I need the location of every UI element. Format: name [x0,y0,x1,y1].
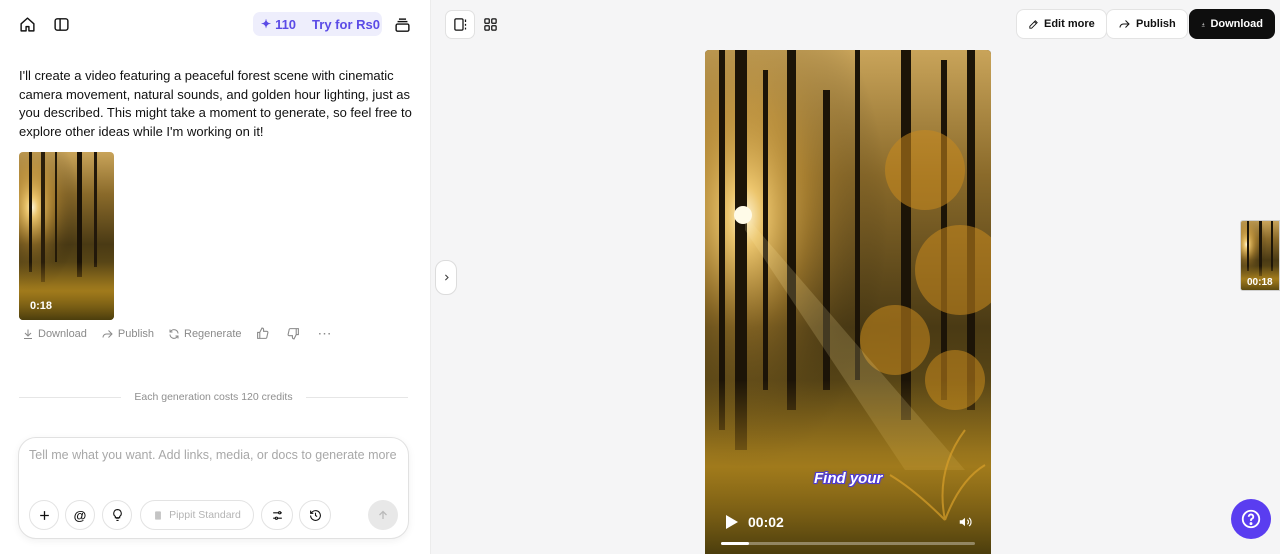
progress-fill [721,542,749,545]
video-controls: 00:02 [705,504,991,554]
share-icon [1119,20,1130,28]
lightbulb-icon [112,509,122,521]
cost-divider: Each generation costs 120 credits [19,390,408,404]
prompt-input[interactable] [29,448,399,478]
publish-action-label: Publish [117,327,154,340]
history-icon [309,509,321,521]
edit-more-label: Edit more [1044,18,1095,30]
at-icon: @ [73,507,87,523]
credits-pill[interactable]: ✦ 110 Try for Rs0 [253,12,382,36]
expand-panel-button[interactable] [435,260,457,295]
download-action-label: Download [38,327,87,340]
download-button[interactable]: Download [1189,9,1275,39]
video-caption: Find your [814,470,883,487]
video-thumbnail[interactable]: 0:18 [19,152,114,320]
settings-button[interactable] [261,500,293,530]
assistant-message: I'll create a video featuring a peaceful… [19,68,412,139]
try-free-link[interactable]: Try for Rs0 [312,17,380,32]
download-label: Download [1210,18,1263,30]
single-view-button[interactable] [445,10,475,39]
stack-icon[interactable] [392,15,412,35]
single-view-icon [453,18,466,31]
grid-view-button[interactable] [475,10,505,39]
model-icon [155,510,162,520]
send-button[interactable] [368,500,398,530]
more-options-button[interactable]: ⋯ [318,325,333,342]
side-video-thumbnail[interactable]: 00:18 [1240,220,1280,291]
thumbs-down-button[interactable] [287,327,304,340]
publish-label: Publish [1136,18,1176,30]
home-icon[interactable] [17,14,37,34]
thumbs-down-icon [287,328,299,340]
thumbs-up-icon [256,327,268,339]
credits-count: 110 [275,16,297,32]
chat-panel: ✦ 110 Try for Rs0 I'll create a video fe… [0,0,431,554]
download-icon [1201,22,1205,26]
grid-icon [483,18,497,31]
volume-icon[interactable] [957,515,973,529]
plus-icon [39,510,49,520]
history-button[interactable] [299,500,331,530]
divider-line-left [19,396,122,398]
divider-line-right [305,396,408,398]
play-icon[interactable] [725,514,739,530]
chevron-right-icon [444,274,449,281]
sliders-icon [272,510,282,520]
regenerate-action-label: Regenerate [184,327,242,340]
publish-button[interactable]: Publish [1106,9,1188,39]
publish-action[interactable]: Publish [101,328,154,340]
help-icon [1241,509,1261,529]
edit-more-button[interactable]: Edit more [1016,9,1107,39]
side-thumb-duration: 00:18 [1247,277,1273,288]
more-options-icon: ⋯ [317,325,333,341]
sidebar-toggle-icon[interactable] [51,14,71,34]
download-action[interactable]: Download [22,328,87,340]
prompt-composer: @ Pippit Standard [18,437,409,539]
model-selector[interactable]: Pippit Standard [140,500,254,530]
current-time: 00:02 [748,514,784,530]
refresh-icon [169,328,179,339]
share-arrow-icon [102,329,113,338]
progress-bar[interactable] [721,542,975,545]
cost-note: Each generation costs 120 credits [134,391,293,403]
message-actions: Download Publish Regenerate ⋯ [22,325,347,342]
download-icon [24,329,32,339]
video-duration: 0:18 [30,300,53,312]
mention-button[interactable]: @ [65,500,95,530]
video-player[interactable]: Find your 00:02 [705,50,991,554]
help-button[interactable] [1231,499,1271,539]
sparkle-icon: ✦ [261,17,272,31]
view-toggle [445,10,505,39]
forest-thumbnail-image [19,152,114,320]
pencil-icon [1029,19,1038,29]
ideas-button[interactable] [102,500,132,530]
thumbs-up-button[interactable] [256,327,273,340]
preview-panel: Edit more Publish Download Find your 00:… [431,0,1280,554]
arrow-up-icon [379,510,387,519]
regenerate-action[interactable]: Regenerate [168,328,242,340]
add-button[interactable] [29,500,59,530]
model-label: Pippit Standard [169,509,241,521]
